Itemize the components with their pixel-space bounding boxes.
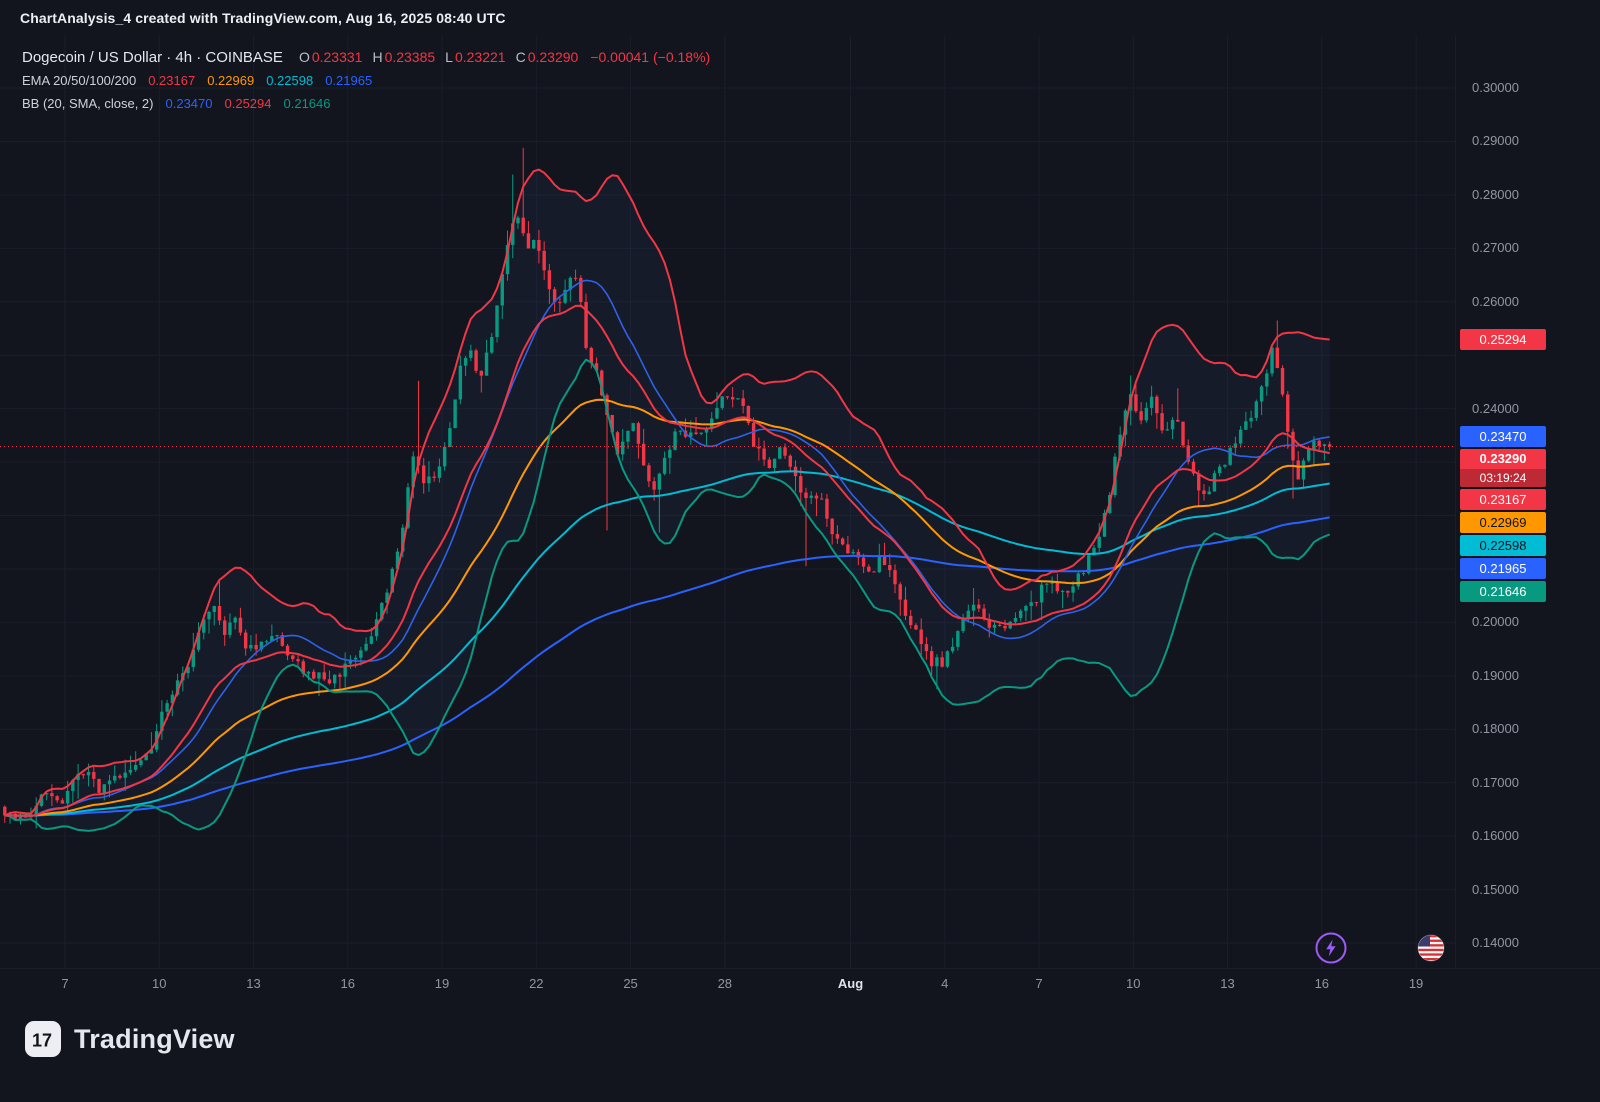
x-axis-label: 22 <box>506 976 566 991</box>
chart-canvas[interactable] <box>0 0 1455 968</box>
x-axis-label: 16 <box>318 976 378 991</box>
legend-value: 0.21646 <box>284 92 331 115</box>
ohlc-values: O0.23331 H0.23385 L0.23221 C0.23290 <box>299 46 578 69</box>
y-axis-label: 0.28000 <box>1472 187 1519 203</box>
bar-countdown: 03:19:24 <box>1460 469 1546 487</box>
current-price-badge: 0.2329003:19:24 <box>1460 449 1546 487</box>
y-axis-label: 0.27000 <box>1472 240 1519 256</box>
symbol-title[interactable]: Dogecoin / US Dollar · 4h · COINBASE <box>22 46 283 69</box>
us-flag-icon <box>1416 933 1446 963</box>
ohlc-h: H0.23385 <box>372 46 435 69</box>
price-badge: 0.21646 <box>1460 581 1546 602</box>
bb-indicator-label[interactable]: BB (20, SMA, close, 2) <box>22 92 154 115</box>
x-axis-label: 7 <box>1009 976 1069 991</box>
price-badge: 0.22969 <box>1460 512 1546 533</box>
legend-ema-row: EMA 20/50/100/200 0.231670.229690.225980… <box>22 69 710 92</box>
x-axis-label: 10 <box>129 976 189 991</box>
x-axis-label: 19 <box>412 976 472 991</box>
price-badge: 0.22598 <box>1460 535 1546 556</box>
x-axis-label: 28 <box>695 976 755 991</box>
header-title: ChartAnalysis_4 created with TradingView… <box>20 10 506 26</box>
price-badge: 0.23167 <box>1460 489 1546 510</box>
legend-bb-row: BB (20, SMA, close, 2) 0.234700.252940.2… <box>22 92 710 115</box>
tradingview-logo-icon: 17 <box>24 1020 62 1058</box>
price-badge: 0.21965 <box>1460 558 1546 579</box>
x-axis-label: 10 <box>1103 976 1163 991</box>
chart-legend: Dogecoin / US Dollar · 4h · COINBASE O0.… <box>22 46 710 115</box>
change-value: −0.00041 (−0.18%) <box>590 46 710 69</box>
ohlc-c: C0.23290 <box>516 46 579 69</box>
y-axis-label: 0.26000 <box>1472 294 1519 310</box>
legend-value: 0.21965 <box>325 69 372 92</box>
current-price-value: 0.23290 <box>1460 449 1546 469</box>
market-flag <box>1416 933 1446 968</box>
lightning-button[interactable] <box>1314 931 1348 970</box>
y-axis-label: 0.18000 <box>1472 721 1519 737</box>
x-axis-label: 25 <box>601 976 661 991</box>
y-axis-label: 0.19000 <box>1472 668 1519 684</box>
y-axis-label: 0.30000 <box>1472 80 1519 96</box>
y-axis-label: 0.16000 <box>1472 828 1519 844</box>
tradingview-logo[interactable]: 17 TradingView <box>24 1020 235 1058</box>
ema-indicator-label[interactable]: EMA 20/50/100/200 <box>22 69 136 92</box>
legend-value: 0.23167 <box>148 69 195 92</box>
ohlc-l: L0.23221 <box>445 46 505 69</box>
ema-values: 0.23167 0.22969 0.22598 0.21965 <box>148 69 372 92</box>
header-bar: ChartAnalysis_4 created with TradingView… <box>0 0 1600 36</box>
y-axis-label: 0.14000 <box>1472 935 1519 951</box>
price-badge: 0.25294 <box>1460 329 1546 350</box>
lightning-icon <box>1314 931 1348 965</box>
legend-value: 0.22598 <box>266 69 313 92</box>
y-axis-label: 0.20000 <box>1472 614 1519 630</box>
price-axis[interactable]: 0.30000 0.29000 0.28000 0.27000 0.26000 0.240… <box>1455 0 1600 968</box>
x-axis-label: 13 <box>1198 976 1258 991</box>
y-axis-label: 0.29000 <box>1472 133 1519 149</box>
legend-value: 0.25294 <box>225 92 272 115</box>
ohlc-o: O0.23331 <box>299 46 363 69</box>
logo-mark-text: 17 <box>32 1031 52 1051</box>
bb-values: 0.23470 0.25294 0.21646 <box>166 92 331 115</box>
legend-symbol-row: Dogecoin / US Dollar · 4h · COINBASE O0.… <box>22 46 710 69</box>
tradingview-logo-text: TradingView <box>74 1024 235 1055</box>
price-badge: 0.23470 <box>1460 426 1546 447</box>
y-axis-label: 0.17000 <box>1472 775 1519 791</box>
legend-value: 0.23470 <box>166 92 213 115</box>
x-axis-label: 19 <box>1386 976 1446 991</box>
x-axis-label: 13 <box>224 976 284 991</box>
legend-value: 0.22969 <box>207 69 254 92</box>
x-axis-label: 4 <box>915 976 975 991</box>
time-axis[interactable]: 7 10 13 16 19 22 25 28 Aug 4 7 10 13 16 19 <box>0 968 1455 1002</box>
y-axis-label: 0.15000 <box>1472 882 1519 898</box>
x-axis-label: 16 <box>1292 976 1352 991</box>
axis-corner <box>1455 968 1600 1002</box>
x-axis-label: Aug <box>821 976 881 991</box>
y-axis-label: 0.24000 <box>1472 401 1519 417</box>
x-axis-label: 7 <box>35 976 95 991</box>
